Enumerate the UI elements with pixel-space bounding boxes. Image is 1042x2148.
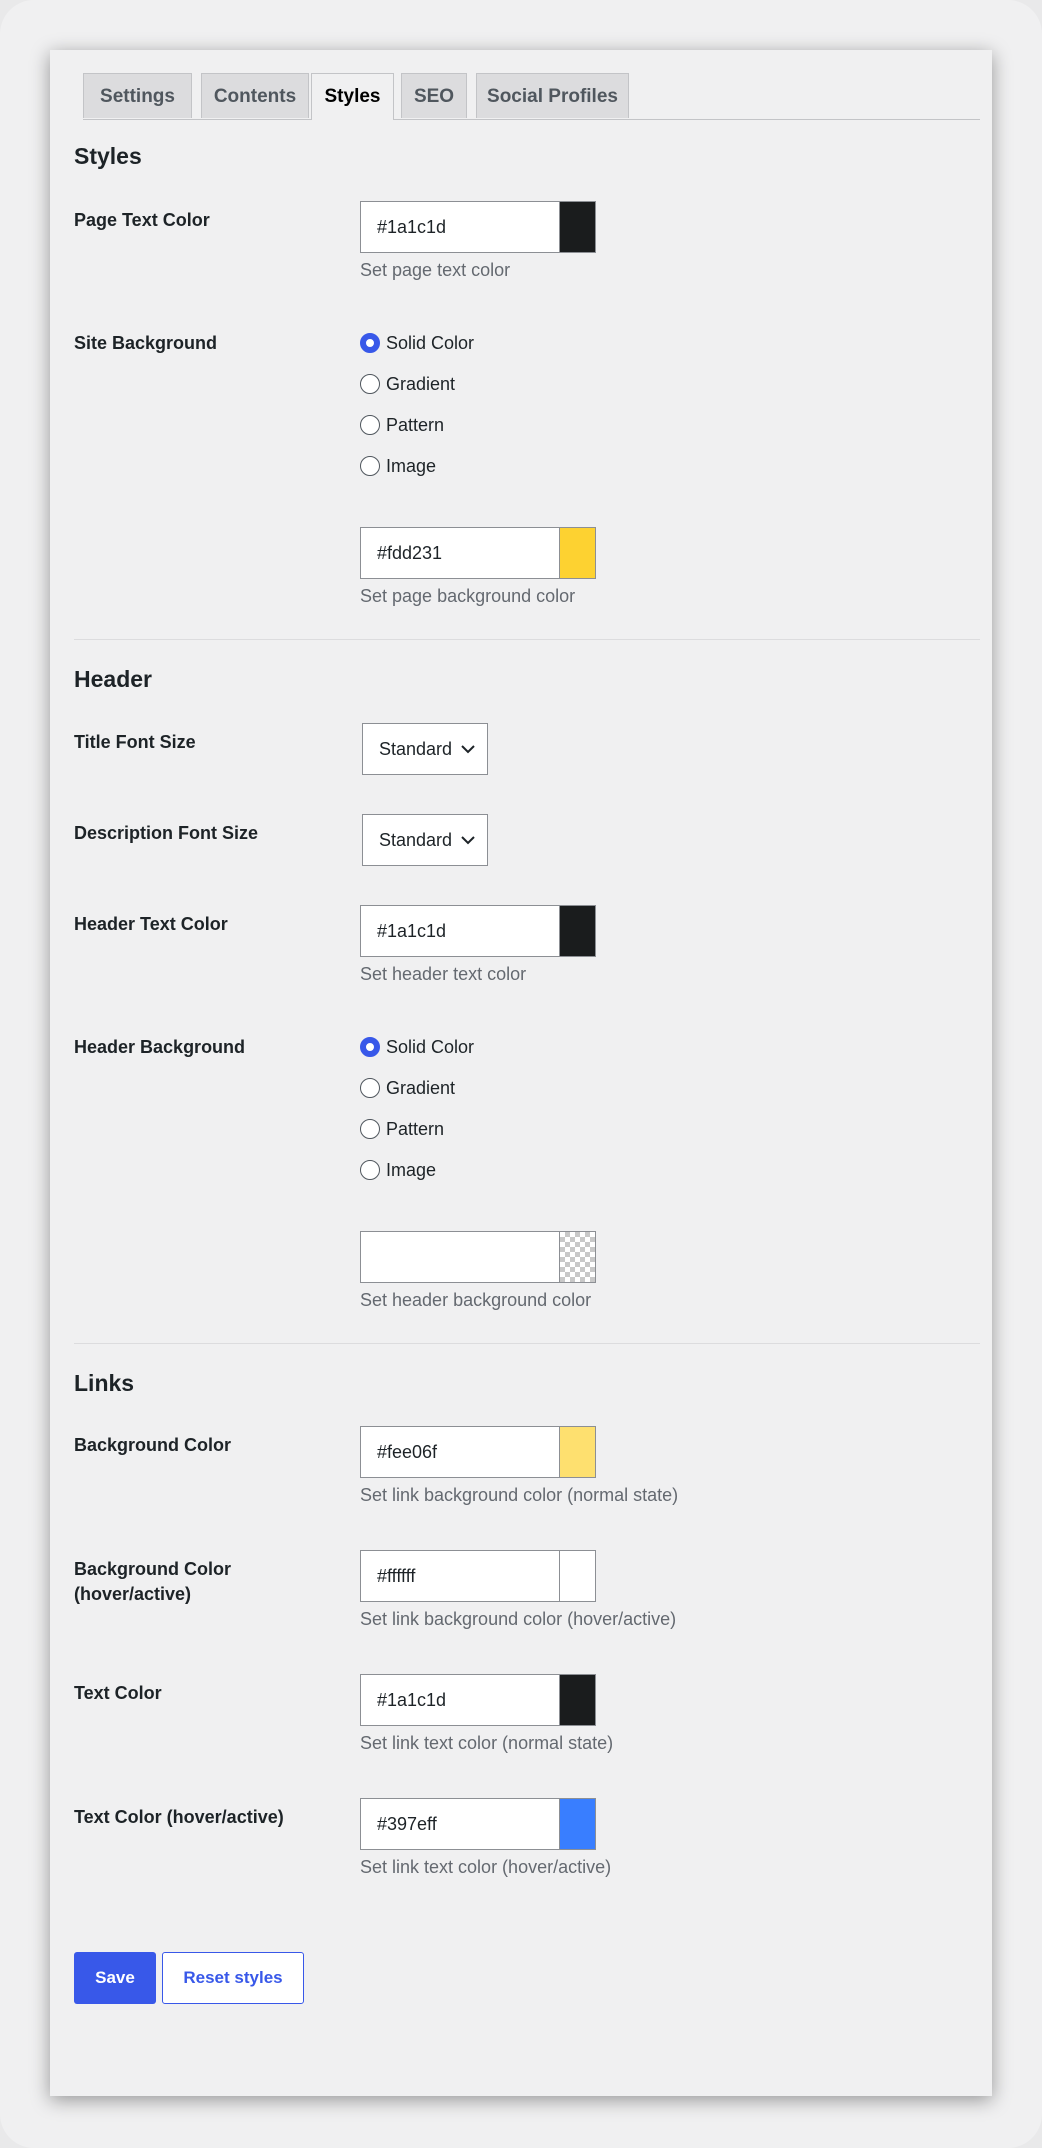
section-title-header: Header: [74, 666, 152, 692]
tab-bar: Settings Contents Styles SEO Social Prof…: [83, 73, 980, 120]
header-bg-option-label: Image: [386, 1160, 437, 1180]
radio-unchecked-icon[interactable]: [360, 1119, 380, 1139]
header-text-color-label: Header Text Color: [74, 914, 228, 934]
link-text-color-hover-desc: Set link text color (hover/active): [360, 1857, 612, 1877]
description-font-size-select[interactable]: Standard: [362, 814, 488, 866]
transparent-swatch-icon[interactable]: [559, 1231, 596, 1283]
link-text-color-hover-swatch[interactable]: [559, 1798, 596, 1850]
reset-styles-button[interactable]: Reset styles: [162, 1952, 304, 2004]
link-text-color-desc: Set link text color (normal state): [360, 1733, 614, 1753]
label-line: (hover/active): [74, 1584, 192, 1604]
link-bg-color-hover-input[interactable]: #ffffff: [360, 1550, 559, 1602]
title-font-size-value: Standard: [379, 739, 453, 759]
header-background-color-input[interactable]: [360, 1231, 559, 1283]
header-bg-option-label: Pattern: [386, 1119, 445, 1139]
header-text-color-picker[interactable]: #1a1c1d: [360, 905, 596, 957]
title-font-size-select[interactable]: Standard: [362, 723, 488, 775]
site-bg-option-label: Pattern: [386, 415, 445, 435]
page-text-color-desc: Set page text color: [360, 260, 511, 280]
site-background-color-input[interactable]: #fdd231: [360, 527, 559, 579]
site-background-color-swatch[interactable]: [559, 527, 596, 579]
chevron-down-icon: [461, 745, 475, 754]
label-line: Background Color: [74, 1559, 232, 1579]
header-text-color-input[interactable]: #1a1c1d: [360, 905, 559, 957]
header-bg-option-label: Solid Color: [386, 1037, 475, 1057]
radio-unchecked-icon[interactable]: [360, 1078, 380, 1098]
link-bg-color-desc: Set link background color (normal state): [360, 1485, 679, 1505]
link-bg-color-hover-label: Background Color (hover/active): [74, 1557, 334, 1607]
window-frame: Settings Contents Styles SEO Social Prof…: [0, 0, 1042, 2148]
header-background-color-picker[interactable]: [360, 1231, 596, 1283]
link-bg-color-picker[interactable]: #fee06f: [360, 1426, 596, 1478]
page-text-color-swatch[interactable]: [559, 201, 596, 253]
radio-unchecked-icon[interactable]: [360, 1160, 380, 1180]
header-background-desc: Set header background color: [360, 1290, 592, 1310]
link-bg-color-input[interactable]: #fee06f: [360, 1426, 559, 1478]
link-text-color-swatch[interactable]: [559, 1674, 596, 1726]
settings-panel: Settings Contents Styles SEO Social Prof…: [50, 50, 992, 2096]
header-bg-option-label: Gradient: [386, 1078, 456, 1098]
header-background-label: Header Background: [74, 1037, 246, 1057]
link-bg-color-hover-picker[interactable]: #ffffff: [360, 1550, 596, 1602]
header-text-color-swatch[interactable]: [559, 905, 596, 957]
link-text-color-hover-label: Text Color (hover/active): [74, 1807, 284, 1827]
radio-checked-icon[interactable]: [360, 1037, 380, 1057]
site-background-color-picker[interactable]: #fdd231: [360, 527, 596, 579]
link-bg-color-hover-swatch[interactable]: [559, 1550, 596, 1602]
tab-seo[interactable]: SEO: [401, 73, 467, 118]
section-divider: [74, 1343, 980, 1344]
tab-styles[interactable]: Styles: [311, 73, 394, 120]
site-background-label: Site Background: [74, 333, 218, 353]
site-bg-option-label: Solid Color: [386, 333, 475, 353]
link-text-color-picker[interactable]: #1a1c1d: [360, 1674, 596, 1726]
site-bg-option-label: Image: [386, 456, 437, 476]
section-divider: [74, 639, 980, 640]
header-text-color-desc: Set header text color: [360, 964, 527, 984]
radio-unchecked-icon[interactable]: [360, 415, 380, 435]
link-text-color-input[interactable]: #1a1c1d: [360, 1674, 559, 1726]
tab-social-profiles[interactable]: Social Profiles: [476, 73, 629, 118]
link-text-color-hover-picker[interactable]: #397eff: [360, 1798, 596, 1850]
site-bg-option-label: Gradient: [386, 374, 456, 394]
link-bg-color-swatch[interactable]: [559, 1426, 596, 1478]
link-bg-color-hover-desc: Set link background color (hover/active): [360, 1609, 677, 1629]
page-text-color-label: Page Text Color: [74, 210, 210, 230]
save-button[interactable]: Save: [74, 1952, 156, 2004]
radio-unchecked-icon[interactable]: [360, 374, 380, 394]
link-text-color-hover-input[interactable]: #397eff: [360, 1798, 559, 1850]
link-bg-color-label: Background Color: [74, 1435, 232, 1455]
chevron-down-icon: [461, 836, 475, 845]
site-background-desc: Set page background color: [360, 586, 576, 606]
page-text-color-input[interactable]: #1a1c1d: [360, 201, 559, 253]
radio-checked-icon[interactable]: [360, 333, 380, 353]
section-title-links: Links: [74, 1370, 135, 1396]
section-title-styles: Styles: [74, 143, 142, 169]
tab-settings[interactable]: Settings: [83, 73, 192, 118]
description-font-size-value: Standard: [379, 830, 453, 850]
page-text-color-picker[interactable]: #1a1c1d: [360, 201, 596, 253]
description-font-size-label: Description Font Size: [74, 823, 259, 843]
link-text-color-label: Text Color: [74, 1683, 162, 1703]
tab-contents[interactable]: Contents: [201, 73, 309, 118]
radio-unchecked-icon[interactable]: [360, 456, 380, 476]
title-font-size-label: Title Font Size: [74, 732, 196, 752]
